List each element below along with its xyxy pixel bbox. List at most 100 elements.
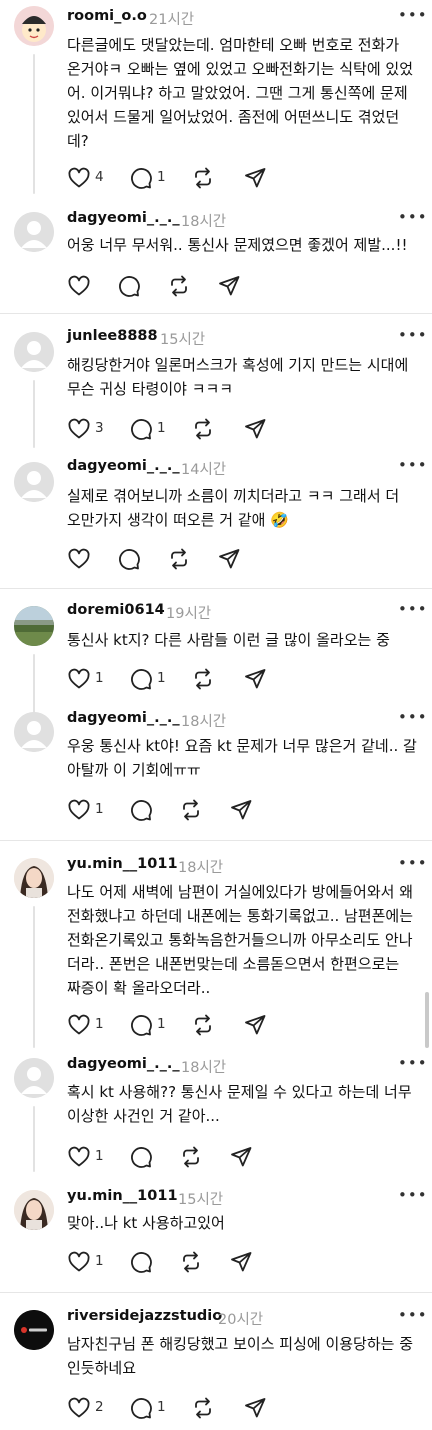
reply-count: 1: [157, 1399, 166, 1415]
username[interactable]: dagyeomi_._._: [67, 1056, 180, 1072]
heart-icon: [68, 418, 90, 439]
scrollbar[interactable]: [425, 992, 429, 1048]
reply-button[interactable]: [129, 798, 175, 822]
thread-line: [33, 380, 35, 448]
repost-icon: [183, 1146, 199, 1168]
share-button[interactable]: [243, 166, 267, 190]
reply-count: 1: [157, 670, 166, 686]
timestamp: 21시간: [149, 12, 195, 28]
more-dots-icon[interactable]: •••: [398, 710, 427, 728]
share-button[interactable]: [229, 1145, 253, 1169]
reply-button[interactable]: 1: [129, 166, 175, 190]
repost-button[interactable]: [191, 417, 215, 441]
avatar[interactable]: [14, 606, 54, 646]
avatar[interactable]: [14, 462, 54, 502]
avatar[interactable]: [14, 6, 54, 46]
share-button[interactable]: [243, 1013, 267, 1037]
username[interactable]: dagyeomi_._._: [67, 710, 180, 726]
username[interactable]: riversidejazzstudio: [67, 1308, 222, 1324]
more-dots-icon[interactable]: •••: [398, 210, 427, 228]
reply-button[interactable]: [117, 547, 163, 571]
like-button[interactable]: [67, 547, 113, 571]
repost-button[interactable]: [191, 1013, 215, 1037]
thread-line: [33, 54, 35, 194]
more-dots-icon[interactable]: •••: [398, 8, 427, 26]
avatar[interactable]: [14, 1190, 54, 1230]
username[interactable]: yu.min__1011: [67, 856, 178, 872]
action-bar: 2 1: [67, 1396, 277, 1420]
username[interactable]: doremi0614: [67, 602, 165, 618]
thread-line: [33, 654, 35, 718]
username[interactable]: junlee8888: [67, 328, 158, 344]
avatar[interactable]: [14, 712, 54, 752]
avatar[interactable]: [14, 212, 54, 252]
avatar[interactable]: [14, 858, 54, 898]
thread-line: [33, 1106, 35, 1172]
avatar[interactable]: [14, 1058, 54, 1098]
comment-text: 해킹당한거야 일론머스크가 혹성에 기지 만드는 시대에 무슨 귀싱 타령이야 …: [67, 356, 409, 398]
repost-button[interactable]: [191, 166, 215, 190]
more-dots-icon[interactable]: •••: [398, 602, 427, 620]
reply-button[interactable]: [129, 1145, 175, 1169]
more-dots-icon[interactable]: •••: [398, 1188, 427, 1206]
like-button[interactable]: 1: [67, 798, 113, 822]
reply-button[interactable]: 1: [129, 1013, 175, 1037]
share-button[interactable]: [243, 417, 267, 441]
username[interactable]: yu.min__1011: [67, 1188, 178, 1204]
repost-button[interactable]: [167, 547, 191, 571]
repost-icon: [195, 1397, 211, 1419]
heart-icon: [68, 668, 90, 689]
like-button[interactable]: 1: [67, 1145, 113, 1169]
avatar[interactable]: [14, 1310, 54, 1350]
reply-button[interactable]: [117, 274, 163, 298]
send-icon: [245, 669, 266, 689]
action-bar: 1: [67, 798, 277, 822]
more-dots-icon[interactable]: •••: [398, 856, 427, 874]
repost-button[interactable]: [179, 1145, 203, 1169]
like-button[interactable]: 3: [67, 417, 113, 441]
comment-text: 나도 어제 새벽에 남편이 거실에있다가 방에들어와서 왜전화했냐고 하던데 내…: [67, 883, 414, 997]
like-button[interactable]: 2: [67, 1396, 113, 1420]
comment-bubble-icon: [131, 1252, 152, 1273]
share-button[interactable]: [243, 1396, 267, 1420]
heart-icon: [68, 1014, 90, 1035]
more-dots-icon[interactable]: •••: [398, 328, 427, 346]
like-button[interactable]: [67, 274, 113, 298]
repost-button[interactable]: [191, 1396, 215, 1420]
reply-button[interactable]: 1: [129, 667, 175, 691]
username[interactable]: dagyeomi_._._: [67, 210, 180, 226]
username[interactable]: roomi_o.o: [67, 8, 147, 24]
like-button[interactable]: 1: [67, 1250, 113, 1274]
more-dots-icon[interactable]: •••: [398, 458, 427, 476]
comment-bubble-icon: [131, 1015, 152, 1036]
avatar[interactable]: [14, 332, 54, 372]
share-button[interactable]: [229, 1250, 253, 1274]
send-icon: [219, 276, 240, 296]
heart-icon: [68, 167, 90, 188]
like-button[interactable]: 1: [67, 1013, 113, 1037]
repost-button[interactable]: [179, 1250, 203, 1274]
like-count: 1: [95, 1148, 104, 1164]
action-bar: 1 1: [67, 667, 277, 691]
send-icon: [245, 168, 266, 188]
repost-icon: [183, 1251, 199, 1273]
comment-bubble-icon: [131, 1398, 152, 1419]
send-icon: [231, 1147, 252, 1167]
reply-button[interactable]: 1: [129, 417, 175, 441]
more-dots-icon[interactable]: •••: [398, 1056, 427, 1074]
heart-icon: [68, 1146, 90, 1167]
share-button[interactable]: [217, 274, 241, 298]
reply-button[interactable]: 1: [129, 1396, 175, 1420]
like-button[interactable]: 4: [67, 166, 113, 190]
comment-bubble-icon: [131, 1147, 152, 1168]
more-dots-icon[interactable]: •••: [398, 1308, 427, 1326]
share-button[interactable]: [229, 798, 253, 822]
username[interactable]: dagyeomi_._._: [67, 458, 180, 474]
share-button[interactable]: [217, 547, 241, 571]
repost-button[interactable]: [191, 667, 215, 691]
repost-button[interactable]: [167, 274, 191, 298]
repost-button[interactable]: [179, 798, 203, 822]
reply-button[interactable]: [129, 1250, 175, 1274]
share-button[interactable]: [243, 667, 267, 691]
like-button[interactable]: 1: [67, 667, 113, 691]
